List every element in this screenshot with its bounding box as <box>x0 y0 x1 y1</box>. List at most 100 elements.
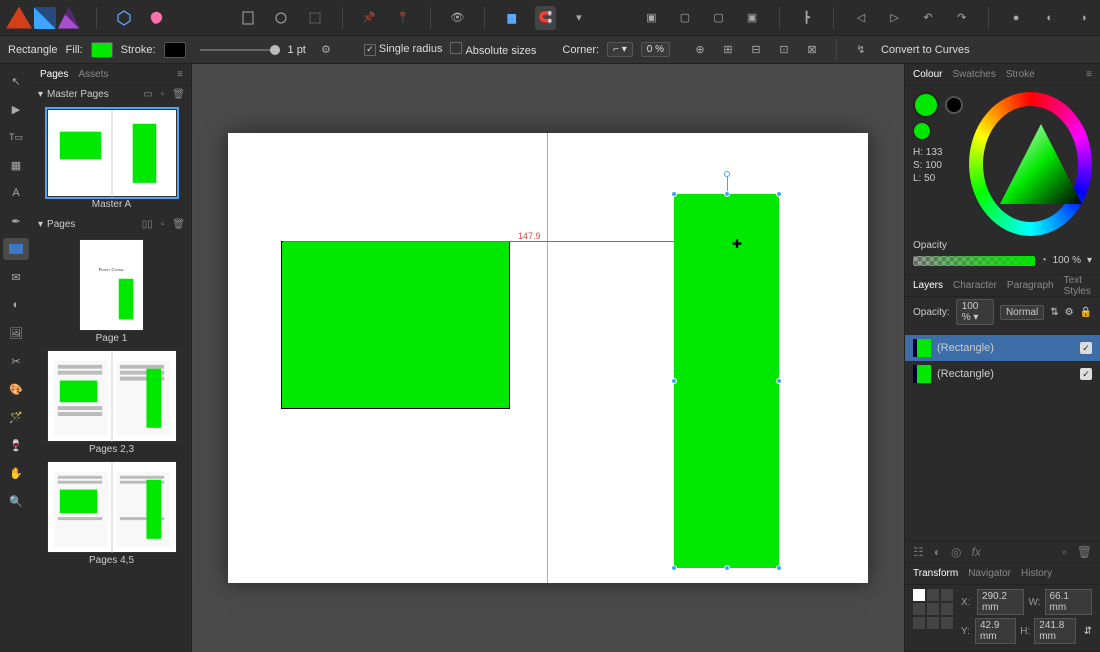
snap-dropdown-icon[interactable]: ▾ <box>568 6 590 30</box>
doc-icon[interactable] <box>237 6 259 30</box>
flip-h-icon[interactable]: ◁ <box>850 6 872 30</box>
stroke-swatch[interactable] <box>164 42 186 58</box>
single-radius-checkbox[interactable]: ✓Single radius <box>364 43 443 56</box>
boolean-sub-icon[interactable]: ◐ <box>1039 6 1061 30</box>
circle-icon[interactable] <box>270 6 292 30</box>
layer-adjust-icon[interactable]: ◎ <box>951 545 961 559</box>
tab-assets[interactable]: Assets <box>78 69 108 80</box>
artistic-text-tool-icon[interactable]: A <box>3 182 29 204</box>
crop-tool-icon[interactable]: ✂ <box>3 350 29 372</box>
pages-45-thumb[interactable] <box>47 461 177 553</box>
master-a-thumb[interactable] <box>47 109 177 197</box>
link-wh-icon[interactable]: ⇵ <box>1084 626 1092 637</box>
snap-icon[interactable]: 🧲 <box>535 6 557 30</box>
rotate-ccw-icon[interactable]: ↶ <box>917 6 939 30</box>
blue-square-icon[interactable]: ▆ <box>501 6 523 30</box>
transform-w-field[interactable]: 66.1 mm <box>1045 589 1093 615</box>
layer-lock-icon[interactable]: 🔒 <box>1080 307 1092 318</box>
layer-visible-checkbox[interactable]: ✓ <box>1080 368 1092 380</box>
transparency-tool-icon[interactable]: 🍷 <box>3 434 29 456</box>
tab-paragraph[interactable]: Paragraph <box>1007 280 1054 291</box>
boolean-int-icon[interactable]: ◑ <box>1072 6 1094 30</box>
fill-swatch[interactable] <box>91 42 113 58</box>
tab-text-styles[interactable]: Text Styles <box>1064 275 1091 297</box>
layer-fx-icon[interactable]: fx <box>972 545 981 559</box>
layer-visible-checkbox[interactable]: ✓ <box>1080 342 1092 354</box>
rotate-cw-icon[interactable]: ↷ <box>951 6 973 30</box>
stroke-circle-swatch[interactable] <box>945 96 963 114</box>
fill-tool-icon[interactable]: 🪄 <box>3 406 29 428</box>
delete-master-icon[interactable]: 🗑 <box>172 89 185 100</box>
fill-circle-swatch[interactable] <box>913 92 939 118</box>
add-master-icon[interactable]: ▫ <box>161 89 165 100</box>
layer-mask-icon[interactable]: ◐ <box>934 545 941 559</box>
handle-tc[interactable] <box>724 191 730 197</box>
add-page-icon[interactable]: ▫ <box>161 219 165 230</box>
stroke-width-tool-icon[interactable]: ✉ <box>3 266 29 288</box>
convert-curves-button[interactable]: Convert to Curves <box>881 44 970 56</box>
align-target-icon[interactable]: ⊕ <box>688 38 712 62</box>
opacity-dropdown-icon[interactable]: ▾ <box>1087 255 1092 266</box>
blend-mode-dropdown[interactable]: Normal <box>1000 305 1044 320</box>
arrange-frontone-icon[interactable]: ▢ <box>708 6 730 30</box>
transform-y-field[interactable]: 42.9 mm <box>975 618 1016 644</box>
arrange-back-icon[interactable]: ▣ <box>641 6 663 30</box>
handle-ml[interactable] <box>671 378 677 384</box>
layer-stepper-icon[interactable]: ⇅ <box>1050 307 1058 318</box>
delete-layer-icon[interactable]: 🗑 <box>1077 545 1092 559</box>
tab-history[interactable]: History <box>1021 568 1052 579</box>
delete-page-icon[interactable]: 🗑 <box>172 219 185 230</box>
layer-row-2[interactable]: (Rectangle) ✓ <box>905 361 1100 387</box>
pin-icon[interactable]: 📌 <box>359 6 381 30</box>
handle-tl[interactable] <box>671 191 677 197</box>
secondary-swatch[interactable] <box>913 122 931 140</box>
tab-layers[interactable]: Layers <box>913 280 943 291</box>
move-tool-icon[interactable]: ↖ <box>3 70 29 92</box>
publisher-persona-icon[interactable] <box>6 7 32 29</box>
colour-picker-tool-icon[interactable]: 🎨 <box>3 378 29 400</box>
layer-gear-icon[interactable]: ⚙ <box>1065 307 1074 318</box>
transform-h-field[interactable]: 241.8 mm <box>1034 618 1075 644</box>
rectangle-object-right[interactable] <box>674 194 779 568</box>
place-image-tool-icon[interactable]: 🖼 <box>3 322 29 344</box>
anchor-point-grid[interactable] <box>913 589 953 629</box>
table-tool-icon[interactable]: ▦ <box>3 154 29 176</box>
align-icon-4[interactable]: ⊠ <box>800 38 824 62</box>
zoom-tool-icon[interactable]: 🔍 <box>3 490 29 512</box>
node-tool-icon[interactable]: ▶ <box>3 98 29 120</box>
gradient-tool-icon[interactable]: ◐ <box>3 294 29 316</box>
stroke-weight-slider[interactable] <box>200 49 280 51</box>
panel-menu-icon[interactable]: ≡ <box>177 69 183 80</box>
app-persona-switcher[interactable] <box>6 7 80 29</box>
shape-blob-icon[interactable] <box>146 6 168 30</box>
page-1-thumb[interactable]: Front Cover <box>79 239 144 331</box>
arrange-backone-icon[interactable]: ▢ <box>674 6 696 30</box>
spread-view-icon[interactable]: ▯▯ <box>142 219 153 230</box>
align-icon-3[interactable]: ⊡ <box>772 38 796 62</box>
tab-transform[interactable]: Transform <box>913 568 958 579</box>
rectangle-tool-icon[interactable] <box>3 238 29 260</box>
pan-tool-icon[interactable]: ✋ <box>3 462 29 484</box>
pages-23-thumb[interactable] <box>47 350 177 442</box>
handle-bc[interactable] <box>724 565 730 571</box>
tab-colour[interactable]: Colour <box>913 69 942 80</box>
pen-tool-icon[interactable]: ✒ <box>3 210 29 232</box>
arrange-front-icon[interactable]: ▣ <box>741 6 763 30</box>
corner-pct-dropdown[interactable]: 0 % <box>641 42 670 57</box>
convert-curves-icon[interactable]: ↯ <box>849 38 873 62</box>
handle-bl[interactable] <box>671 565 677 571</box>
panel-menu-icon[interactable]: ≡ <box>1086 69 1092 80</box>
rectangle-object-left[interactable] <box>281 241 510 409</box>
layer-row-1[interactable]: (Rectangle) ✓ <box>905 335 1100 361</box>
frame-text-tool-icon[interactable]: T▭ <box>3 126 29 148</box>
disclosure-triangle-icon[interactable]: ▾ <box>38 219 43 230</box>
tab-navigator[interactable]: Navigator <box>968 568 1011 579</box>
add-layer-icon[interactable]: ▫ <box>1063 545 1067 559</box>
flip-v-icon[interactable]: ▷ <box>884 6 906 30</box>
disclosure-triangle-icon[interactable]: ▾ <box>38 89 43 100</box>
canvas[interactable]: 147.9 ✚ <box>192 64 904 652</box>
opacity-noise-icon[interactable]: ◔ <box>1041 255 1047 266</box>
handle-mr[interactable] <box>776 378 782 384</box>
layer-opacity-dropdown[interactable]: 100 % ▾ <box>956 299 994 325</box>
photo-persona-icon[interactable] <box>58 7 80 29</box>
